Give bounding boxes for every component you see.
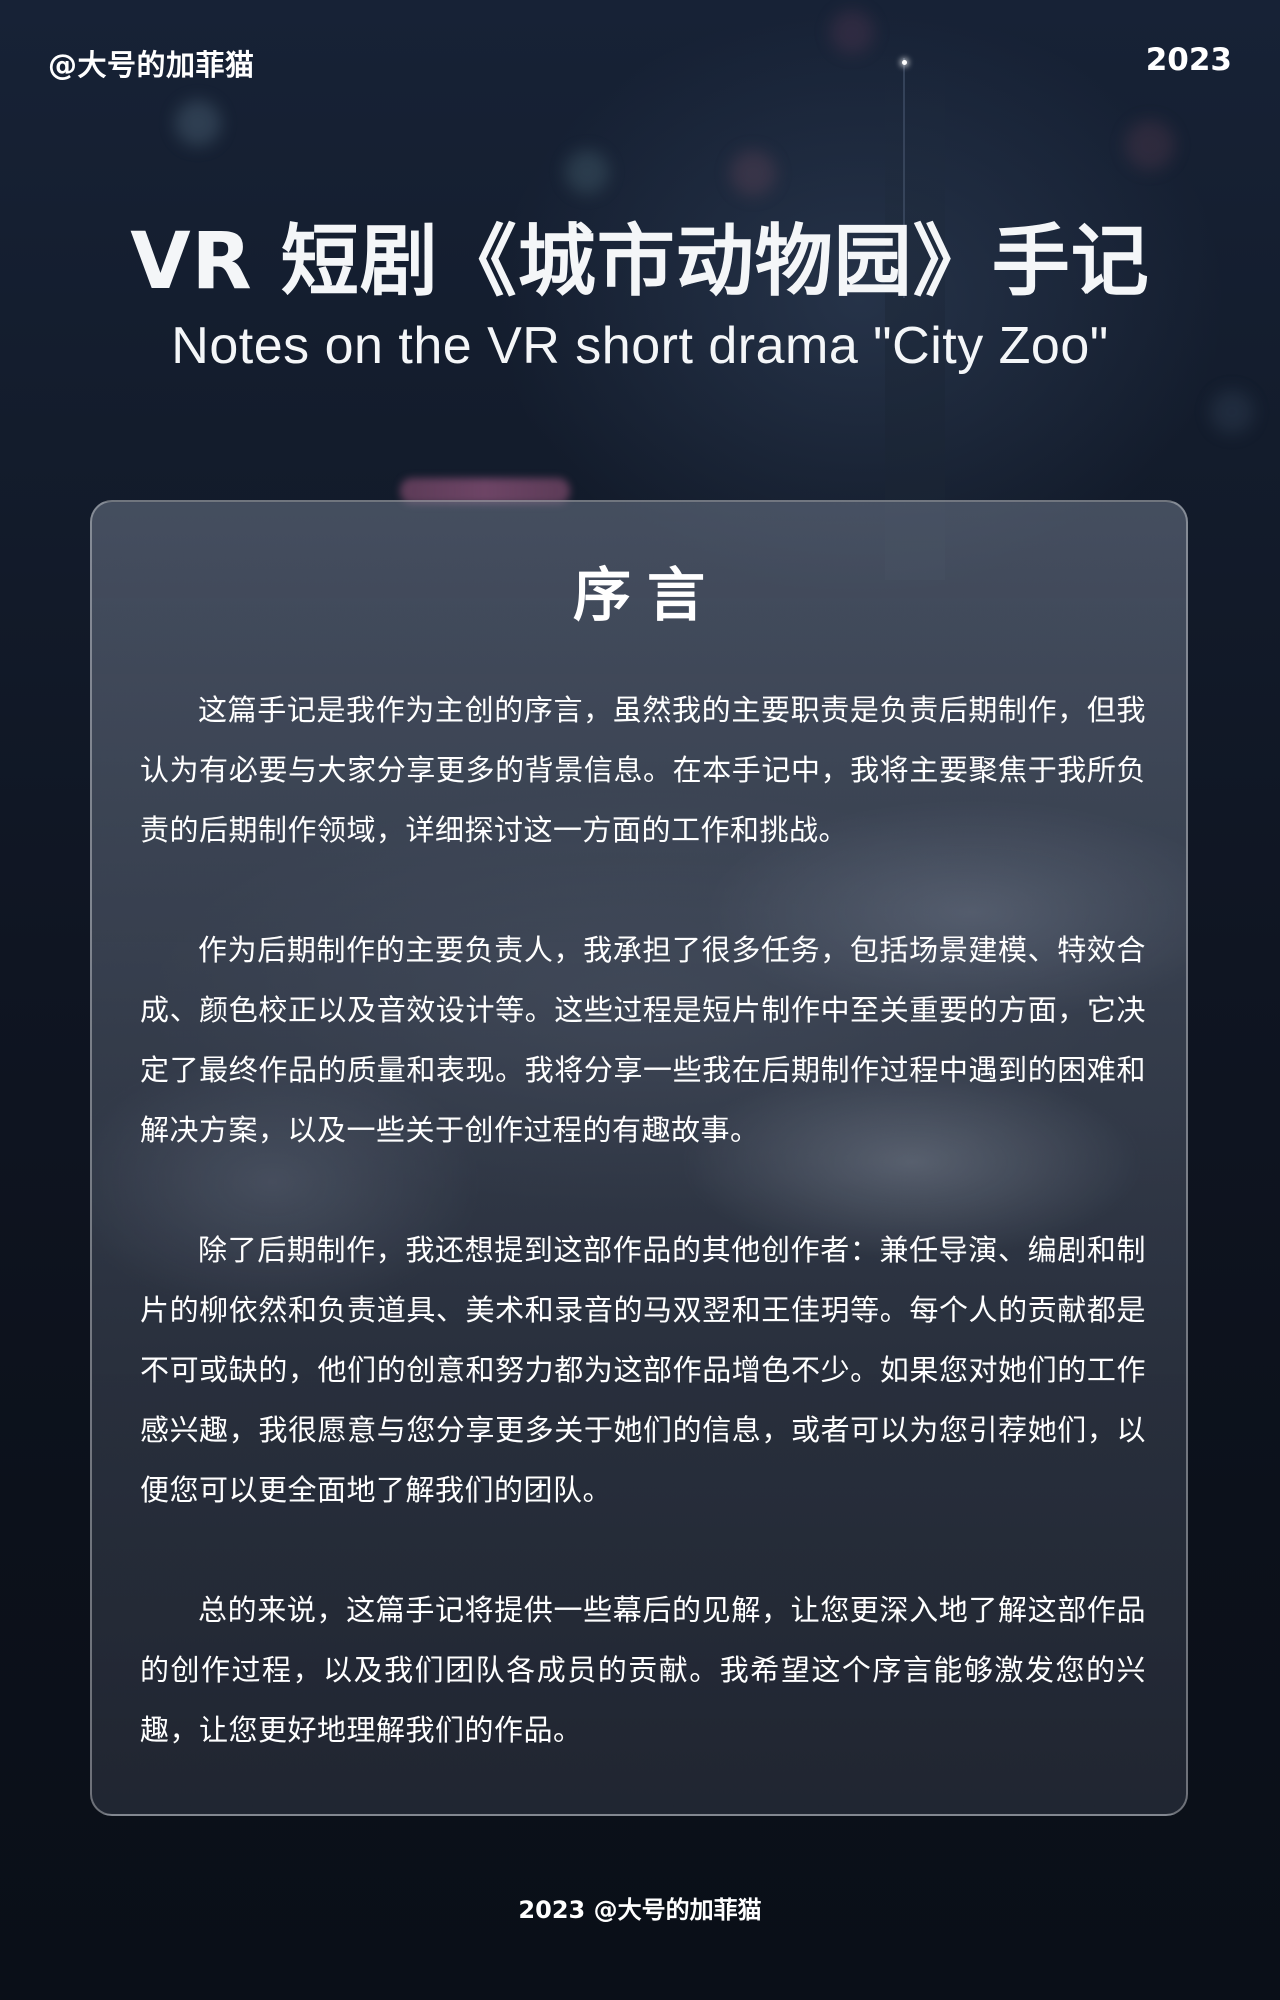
bokeh-light [175,100,221,146]
bokeh-light [565,150,609,194]
footer-credit: 2023 @大号的加菲猫 [518,1896,762,1924]
preface-paragraph: 除了后期制作，我还想提到这部作品的其他创作者：兼任导演、编剧和制片的柳依然和负责… [140,1233,1146,1507]
preface-paragraph: 这篇手记是我作为主创的序言，虽然我的主要职责是负责后期制作，但我认为有必要与大家… [140,693,1146,847]
author-handle: @大号的加菲猫 [48,48,255,82]
preface-paragraph: 总的来说，这篇手记将提供一些幕后的见解，让您更深入地了解这部作品的创作过程，以及… [140,1593,1146,1747]
bokeh-light [730,150,776,196]
bokeh-light [1210,390,1254,434]
bokeh-light [1125,120,1175,170]
preface-paragraph: 作为后期制作的主要负责人，我承担了很多任务，包括场景建模、特效合成、颜色校正以及… [140,933,1146,1147]
preface-body: 这篇手记是我作为主创的序言，虽然我的主要职责是负责后期制作，但我认为有必要与大家… [140,680,1146,1760]
page-title-english: Notes on the VR short drama "City Zoo" [171,317,1109,375]
year-label: 2023 [1145,42,1232,78]
preface-card: 序言 这篇手记是我作为主创的序言，虽然我的主要职责是负责后期制作，但我认为有必要… [90,500,1188,1816]
bokeh-light [830,10,874,54]
star-dot-icon [902,60,907,65]
page-title-chinese: VR 短剧《城市动物园》手记 [130,217,1150,307]
preface-heading: 序言 [572,561,721,629]
